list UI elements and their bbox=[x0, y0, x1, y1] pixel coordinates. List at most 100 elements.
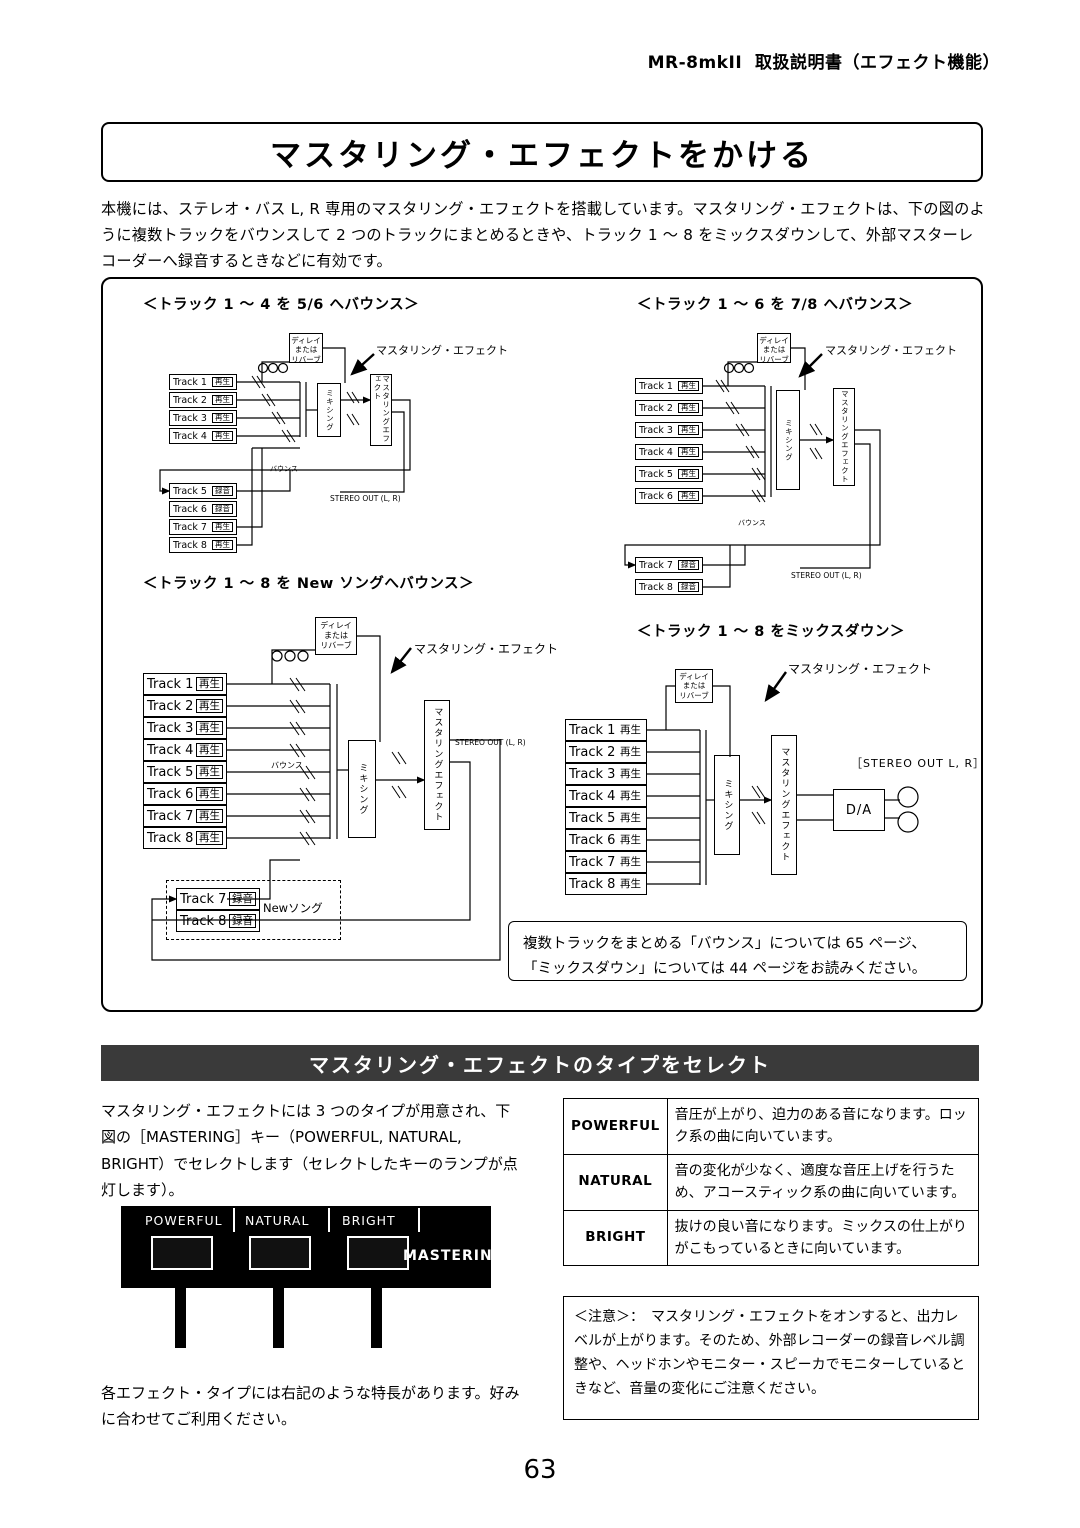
d1-track-1: Track 1 再生 bbox=[169, 374, 237, 390]
diagram-note: 複数トラックをまとめる「バウンス」については 65 ページ、 「ミックスダウン」… bbox=[508, 921, 967, 981]
table-desc-natural: 音の変化が少なく、適度な音圧上げを行うため、アコースティック系の曲に向いています… bbox=[666, 1153, 980, 1211]
d1-track-8: Track 8 再生 bbox=[169, 537, 237, 553]
panel-label-bright: BRIGHT bbox=[342, 1213, 396, 1228]
d1-effect-label: マスタリング・エフェクト bbox=[376, 344, 508, 357]
d1-track-4: Track 4 再生 bbox=[169, 428, 237, 444]
d4-da-box: D/A bbox=[833, 789, 885, 831]
d1-mastering-box: マスタリングエフェクト bbox=[370, 374, 392, 446]
d2-mixing-box: ミキシング bbox=[776, 390, 800, 490]
d1-mixing-box: ミキシング bbox=[317, 383, 341, 437]
d3-track-8: Track 8 再生 bbox=[143, 827, 227, 849]
d2-track-4: Track 4 再生 bbox=[635, 444, 703, 460]
d1-bounce-label: バウンス bbox=[270, 465, 298, 473]
d2-delay-box: ディレイ または リバーブ bbox=[757, 333, 791, 364]
d3-newsong-track-8: Track 8 録音 bbox=[176, 910, 260, 932]
d3-stereo-out-label: STEREO OUT (L, R) bbox=[455, 738, 526, 747]
d3-track-5: Track 5 再生 bbox=[143, 761, 227, 783]
section-bar: マスタリング・エフェクトのタイプをセレクト bbox=[101, 1045, 979, 1081]
page-title-box: マスタリング・エフェクトをかける bbox=[101, 122, 983, 182]
d4-track-8: Track 8 再生 bbox=[565, 873, 647, 895]
d3-delay-box: ディレイ または リバーブ bbox=[315, 617, 357, 655]
table-row: BRIGHT 抜けの良い音になります。ミックスの仕上がりがこもっているときに向い… bbox=[563, 1209, 980, 1267]
d1-track-2: Track 2 再生 bbox=[169, 392, 237, 408]
d1-track-5: Track 5 録音 bbox=[169, 483, 237, 499]
d3-newsong-track-7: Track 7 録音 bbox=[176, 888, 260, 910]
panel-key-natural[interactable] bbox=[249, 1236, 311, 1270]
d2-track-1: Track 1 再生 bbox=[635, 378, 703, 394]
panel-divider-2 bbox=[328, 1208, 330, 1232]
d4-track-1: Track 1 再生 bbox=[565, 719, 647, 741]
diagram-2-caption: ＜トラック 1 ～ 6 を 7/8 へバウンス＞ bbox=[637, 297, 914, 313]
diagram-3-caption: ＜トラック 1 ～ 8 を New ソングへバウンス＞ bbox=[143, 576, 475, 592]
d2-bounce-label: バウンス bbox=[738, 519, 766, 527]
d2-effect-label: マスタリング・エフェクト bbox=[825, 344, 957, 357]
d3-track-1: Track 1 再生 bbox=[143, 673, 227, 695]
panel-arrow-1 bbox=[175, 1282, 186, 1348]
panel-key-bright[interactable] bbox=[347, 1236, 409, 1270]
d1-track-7: Track 7 再生 bbox=[169, 519, 237, 535]
table-key-natural: NATURAL bbox=[563, 1153, 668, 1211]
d1-track-3: Track 3 再生 bbox=[169, 410, 237, 426]
header-model: MR-8mk bbox=[647, 53, 729, 73]
table-key-bright: BRIGHT bbox=[563, 1209, 668, 1267]
diagram-1-caption: ＜トラック 1 ～ 4 を 5/6 へバウンス＞ bbox=[143, 297, 420, 313]
panel-group-label: MASTERING bbox=[403, 1248, 506, 1264]
d4-track-3: Track 3 再生 bbox=[565, 763, 647, 785]
table-desc-powerful: 音圧が上がり、迫力のある音になります。ロック系の曲に向いています。 bbox=[666, 1098, 980, 1155]
d4-track-6: Track 6 再生 bbox=[565, 829, 647, 851]
panel-key-powerful[interactable] bbox=[151, 1236, 213, 1270]
d2-mastering-box: マスタリングエフェクト bbox=[833, 388, 855, 486]
d3-track-6: Track 6 再生 bbox=[143, 783, 227, 805]
d3-newsong-label: Newソング bbox=[263, 901, 323, 915]
d1-track-6: Track 6 録音 bbox=[169, 501, 237, 517]
d3-track-4: Track 4 再生 bbox=[143, 739, 227, 761]
left-paragraph-2: 各エフェクト・タイプには右記のような特長があります。好みに合わせてご利用ください… bbox=[101, 1384, 520, 1429]
d4-stereo-out-label: ［STEREO OUT L, R］ bbox=[851, 757, 986, 770]
d4-delay-box: ディレイ または リバーブ bbox=[675, 669, 713, 703]
d2-track-2: Track 2 再生 bbox=[635, 400, 703, 416]
header-title: 取扱説明書（エフェクト機能） bbox=[755, 53, 1000, 73]
diagram-note-line2: 「ミックスダウン」については 44 ページをお読みください。 bbox=[523, 961, 927, 978]
d4-track-7: Track 7 再生 bbox=[565, 851, 647, 873]
d2-track-7: Track 7 録音 bbox=[635, 557, 703, 573]
panel-label-powerful: POWERFUL bbox=[145, 1213, 223, 1228]
d3-bounce-label: バウンス bbox=[271, 761, 303, 770]
panel-divider-3 bbox=[418, 1208, 420, 1232]
panel-arrow-2 bbox=[273, 1282, 284, 1348]
d1-stereo-out-label: STEREO OUT (L, R) bbox=[330, 494, 401, 503]
d1-delay-box: ディレイ または リバーブ bbox=[289, 333, 323, 364]
document-page: MR-8mkII 取扱説明書（エフェクト機能） マスタリング・エフェクトをかける… bbox=[0, 0, 1080, 1528]
d3-mastering-box: マスタリングエフェクト bbox=[424, 700, 450, 830]
d2-track-5: Track 5 再生 bbox=[635, 466, 703, 482]
table-row: NATURAL 音の変化が少なく、適度な音圧上げを行うため、アコースティック系の… bbox=[563, 1153, 980, 1211]
table-row: POWERFUL 音圧が上がり、迫力のある音になります。ロック系の曲に向いていま… bbox=[563, 1098, 980, 1155]
d2-track-8: Track 8 録音 bbox=[635, 579, 703, 595]
section-bar-title: マスタリング・エフェクトのタイプをセレクト bbox=[309, 1052, 771, 1077]
panel-divider-1 bbox=[233, 1208, 235, 1232]
page-title: マスタリング・エフェクトをかける bbox=[270, 137, 814, 174]
d4-mastering-box: マスタリングエフェクト bbox=[771, 735, 797, 875]
panel-label-natural: NATURAL bbox=[245, 1213, 310, 1228]
table-desc-bright: 抜けの良い音になります。ミックスの仕上がりがこもっているときに向いています。 bbox=[666, 1209, 980, 1267]
diagram-note-line1: 複数トラックをまとめる「バウンス」については 65 ページ、 bbox=[523, 936, 926, 952]
d4-mixing-box: ミキシング bbox=[714, 755, 740, 855]
table-key-powerful: POWERFUL bbox=[563, 1098, 668, 1155]
caution-box: ＜注意＞： マスタリング・エフェクトをオンすると、出力レベルが上がります。そのた… bbox=[563, 1296, 979, 1420]
d3-effect-label: マスタリング・エフェクト bbox=[414, 642, 559, 656]
intro-paragraph: 本機には、ステレオ・バス L, R 専用のマスタリング・エフェクトを搭載していま… bbox=[101, 200, 985, 271]
effect-type-table: POWERFUL 音圧が上がり、迫力のある音になります。ロック系の曲に向いていま… bbox=[563, 1098, 980, 1267]
d2-stereo-out-label: STEREO OUT (L, R) bbox=[791, 571, 862, 580]
d2-track-3: Track 3 再生 bbox=[635, 422, 703, 438]
left-paragraph-1: マスタリング・エフェクトには 3 つのタイプが用意され、下図の［MASTERIN… bbox=[101, 1102, 518, 1199]
d2-track-6: Track 6 再生 bbox=[635, 488, 703, 504]
d4-track-4: Track 4 再生 bbox=[565, 785, 647, 807]
d3-track-7: Track 7 再生 bbox=[143, 805, 227, 827]
mastering-panel: POWERFUL NATURAL BRIGHT MASTERING bbox=[121, 1206, 504, 1288]
page-header: MR-8mkII 取扱説明書（エフェクト機能） bbox=[0, 48, 1000, 73]
header-model-suffix: II bbox=[728, 53, 743, 73]
d3-mixing-box: ミキシング bbox=[348, 740, 376, 838]
d4-track-2: Track 2 再生 bbox=[565, 741, 647, 763]
panel-arrow-3 bbox=[371, 1282, 382, 1348]
page-number: 63 bbox=[523, 1455, 557, 1485]
diagram-4-caption: ＜トラック 1 ～ 8 をミックスダウン＞ bbox=[637, 624, 905, 640]
